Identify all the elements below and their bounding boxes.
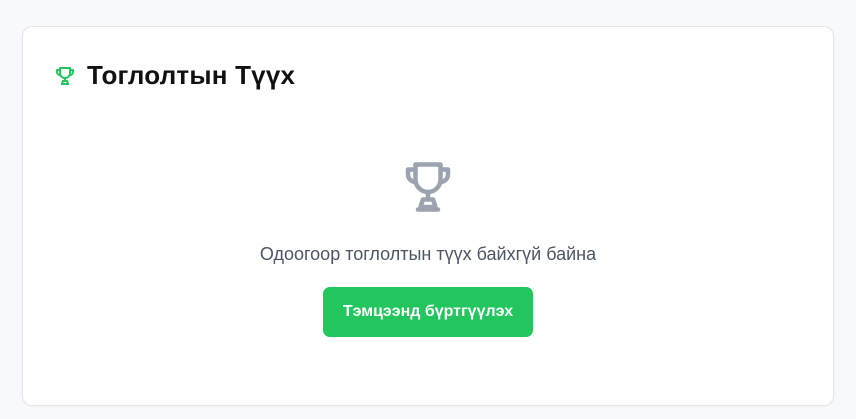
game-history-card: Тоглолтын Түүх Одоогоор тоглолтын түүх б…: [22, 26, 834, 406]
empty-state: Одоогоор тоглолтын түүх байхгүй байна Тэ…: [23, 157, 833, 337]
empty-state-message: Одоогоор тоглолтын түүх байхгүй байна: [259, 244, 597, 264]
card-title: Тоглолтын Түүх: [87, 60, 296, 90]
register-tournament-button[interactable]: Тэмцээнд бүртгүүлэх: [323, 287, 533, 337]
trophy-icon: [53, 64, 77, 88]
card-header: Тоглолтын Түүх: [53, 60, 295, 91]
trophy-icon: [398, 157, 458, 217]
